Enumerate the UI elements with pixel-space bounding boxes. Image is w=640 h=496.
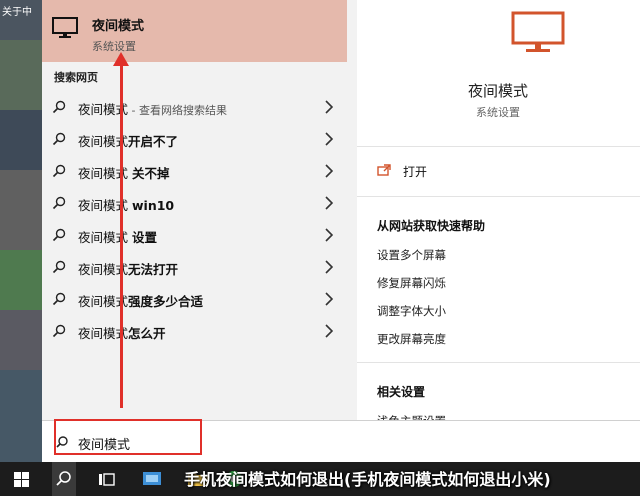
- chevron-right-icon[interactable]: [325, 132, 333, 146]
- best-match-result[interactable]: 夜间模式 系统设置: [42, 0, 347, 62]
- search-icon: [52, 100, 66, 114]
- search-icon: [52, 292, 66, 306]
- suggestion-text: 夜间模式 win10: [78, 195, 174, 214]
- help-link-font-size[interactable]: 调整字体大小: [377, 303, 446, 319]
- annotation-arrow-head: [113, 52, 129, 66]
- suggestion-row[interactable]: 夜间模式强度多少合适: [42, 283, 347, 315]
- desktop-icon-label[interactable]: 关于中: [2, 3, 32, 18]
- task-view-icon[interactable]: [96, 462, 118, 496]
- caption-overlay: 手机夜间模式如何退出(手机夜间模式如何退出小米): [184, 470, 551, 489]
- divider: [357, 146, 640, 147]
- related-settings-heading: 相关设置: [377, 385, 426, 399]
- suggestion-text: 夜间模式 设置: [78, 227, 157, 246]
- detail-subtitle: 系统设置: [476, 106, 520, 119]
- suggestion-bold: 设置: [131, 230, 157, 245]
- suggestion-text: 夜间模式 - 查看网络搜索结果: [78, 99, 227, 118]
- annotation-arrow-line: [120, 62, 123, 408]
- suggestion-bold: win10: [131, 198, 175, 213]
- search-icon: [52, 164, 66, 178]
- app-icon[interactable]: [140, 462, 164, 496]
- suggestion-row[interactable]: 夜间模式 设置: [42, 219, 347, 251]
- help-link-multiple-screens[interactable]: 设置多个屏幕: [377, 247, 446, 263]
- chevron-right-icon[interactable]: [325, 196, 333, 210]
- search-icon: [52, 132, 66, 146]
- divider: [357, 362, 640, 363]
- web-section-label: 搜索网页: [54, 71, 98, 84]
- best-match-title: 夜间模式: [92, 19, 145, 34]
- search-panel: 夜间模式 系统设置 搜索网页 夜间模式 - 查看网络搜索结果 夜间模式开启不了 夜间…: [42, 0, 640, 462]
- suggestion-text: 夜间模式强度多少合适: [78, 291, 203, 310]
- suggestion-text: 夜间模式 关不掉: [78, 163, 170, 182]
- suggestion-bold: 强度多少合适: [128, 294, 204, 309]
- chevron-right-icon[interactable]: [325, 164, 333, 178]
- windows-start-icon[interactable]: [12, 462, 32, 496]
- suggestion-row[interactable]: 夜间模式 win10: [42, 187, 347, 219]
- detail-title: 夜间模式: [467, 82, 528, 100]
- chevron-right-icon[interactable]: [325, 292, 333, 306]
- suggestion-text: 夜间模式无法打开: [78, 259, 178, 278]
- open-icon: [377, 164, 391, 176]
- web-help-heading: 从网站获取快速帮助: [377, 219, 486, 233]
- chevron-right-icon[interactable]: [325, 260, 333, 274]
- help-link-brightness[interactable]: 更改屏幕亮度: [377, 331, 446, 347]
- suggestion-prefix: 夜间模式: [78, 166, 132, 181]
- search-icon: [52, 228, 66, 242]
- search-icon: [52, 196, 66, 210]
- suggestion-row[interactable]: 夜间模式 关不掉: [42, 155, 347, 187]
- monitor-icon: [52, 17, 78, 38]
- help-link-fix-flicker[interactable]: 修复屏幕闪烁: [377, 275, 446, 291]
- taskbar-search-icon[interactable]: [52, 462, 76, 496]
- open-action[interactable]: 打开: [403, 163, 427, 180]
- monitor-large-icon: [511, 11, 565, 52]
- suggestion-bold: 开启不了: [128, 134, 179, 149]
- annotation-highlight-box: [54, 419, 202, 455]
- search-icon: [52, 324, 66, 338]
- suggestion-bold: 关不掉: [131, 166, 170, 181]
- suggestion-prefix: 夜间模式: [78, 198, 132, 213]
- suggestion-bold: 无法打开: [128, 262, 179, 277]
- suggestion-row[interactable]: 夜间模式无法打开: [42, 251, 347, 283]
- suggestion-hint: - 查看网络搜索结果: [128, 104, 227, 117]
- detail-pane: 夜间模式 系统设置 打开 从网站获取快速帮助 设置多个屏幕 修复屏幕闪烁 调整字…: [357, 0, 640, 428]
- chevron-right-icon[interactable]: [325, 324, 333, 338]
- desktop-background: 关于中: [0, 0, 42, 462]
- chevron-right-icon[interactable]: [325, 228, 333, 242]
- results-list: 夜间模式 系统设置 搜索网页 夜间模式 - 查看网络搜索结果 夜间模式开启不了 夜间…: [42, 0, 347, 420]
- suggestion-row[interactable]: 夜间模式怎么开: [42, 315, 347, 347]
- suggestion-row[interactable]: 夜间模式开启不了: [42, 123, 347, 155]
- suggestion-bold: 怎么开: [128, 326, 166, 341]
- suggestion-prefix: 夜间模式: [78, 230, 132, 245]
- suggestion-text: 夜间模式开启不了: [78, 131, 178, 150]
- divider: [357, 196, 640, 197]
- search-icon: [52, 260, 66, 274]
